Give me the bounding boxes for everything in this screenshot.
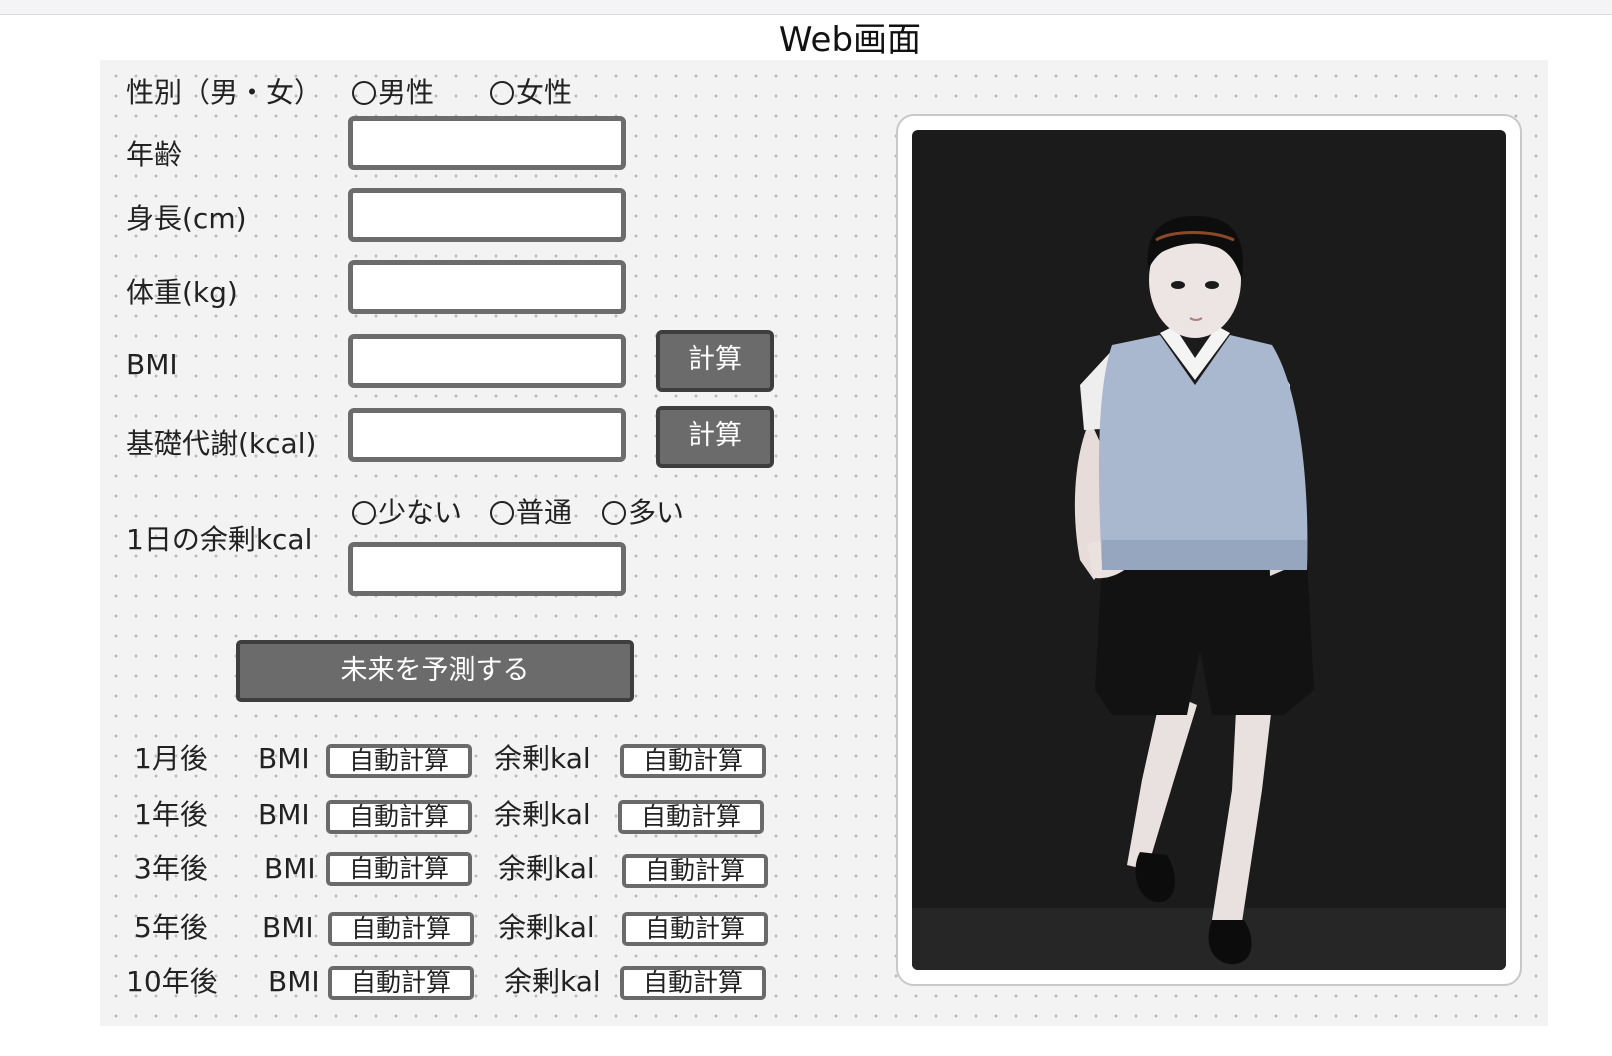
surplus-input[interactable] (353, 547, 621, 591)
gender-label: 性別（男・女） (126, 76, 323, 109)
surplus-field[interactable] (348, 542, 626, 596)
prediction-period-label: 3年後 (134, 852, 208, 885)
prediction-kcal-label: 余剰kal (494, 742, 591, 775)
age-label: 年齢 (126, 138, 183, 171)
prediction-bmi-output: 自動計算 (326, 744, 472, 778)
browser-top-strip (0, 0, 1612, 15)
bmi-input[interactable] (353, 339, 621, 383)
prediction-kcal-label: 余剰kal (494, 798, 591, 831)
prediction-period-label: 5年後 (134, 911, 208, 944)
character-figure-icon (1074, 216, 1314, 965)
basal-calc-button[interactable]: 計算 (656, 406, 774, 468)
prediction-kcal-label: 余剰kal (504, 965, 601, 998)
surplus-option-label: 多い (628, 496, 685, 529)
prediction-bmi-label: BMI (258, 742, 310, 775)
surplus-radio-low[interactable]: 少ない (352, 496, 462, 530)
height-label: 身長(cm) (126, 202, 247, 235)
basal-field[interactable] (348, 408, 626, 462)
prediction-kcal-output: 自動計算 (622, 854, 768, 888)
prediction-bmi-label: BMI (268, 965, 320, 998)
surplus-radio-high[interactable]: 多い (602, 496, 684, 530)
prediction-kcal-output: 自動計算 (620, 966, 766, 1000)
prediction-period-label: 1月後 (134, 742, 208, 775)
radio-circle-icon (490, 81, 514, 105)
prediction-bmi-label: BMI (262, 911, 314, 944)
prediction-bmi-label: BMI (258, 798, 310, 831)
height-input[interactable] (353, 193, 621, 237)
radio-circle-icon (490, 501, 514, 525)
bmi-label: BMI (126, 348, 178, 381)
prediction-kcal-label: 余剰kal (498, 852, 595, 885)
radio-circle-icon (352, 501, 376, 525)
surplus-radio-normal[interactable]: 普通 (490, 496, 572, 530)
surplus-option-label: 普通 (516, 496, 573, 529)
basal-label: 基礎代謝(kcal) (126, 427, 317, 460)
character-preview (912, 130, 1506, 970)
prediction-kcal-output: 自動計算 (620, 744, 766, 778)
weight-field[interactable] (348, 260, 626, 314)
prediction-period-label: 10年後 (126, 965, 218, 998)
weight-label: 体重(kg) (126, 276, 238, 309)
gender-radio-male[interactable]: 男性 (352, 76, 434, 110)
prediction-kcal-label: 余剰kal (498, 911, 595, 944)
gender-option-label: 女性 (516, 76, 573, 109)
bmi-field[interactable] (348, 334, 626, 388)
predict-future-button[interactable]: 未来を予測する (236, 640, 634, 702)
basal-input[interactable] (353, 413, 621, 457)
radio-circle-icon (602, 501, 626, 525)
weight-input[interactable] (353, 265, 621, 309)
prediction-bmi-output: 自動計算 (328, 966, 474, 1000)
page-title: Web画面 (778, 20, 922, 60)
gender-radio-female[interactable]: 女性 (490, 76, 572, 110)
bmi-calc-button[interactable]: 計算 (656, 330, 774, 392)
prediction-bmi-label: BMI (264, 852, 316, 885)
surplus-label: 1日の余剰kcal (126, 523, 313, 556)
prediction-bmi-output: 自動計算 (326, 852, 472, 886)
gender-option-label: 男性 (378, 76, 435, 109)
prediction-bmi-output: 自動計算 (328, 912, 474, 946)
age-field[interactable] (348, 116, 626, 170)
prediction-bmi-output: 自動計算 (326, 800, 472, 834)
prediction-kcal-output: 自動計算 (622, 912, 768, 946)
prediction-period-label: 1年後 (134, 798, 208, 831)
age-input[interactable] (353, 121, 621, 165)
height-field[interactable] (348, 188, 626, 242)
surplus-option-label: 少ない (378, 496, 463, 529)
radio-circle-icon (352, 81, 376, 105)
prediction-kcal-output: 自動計算 (618, 800, 764, 834)
